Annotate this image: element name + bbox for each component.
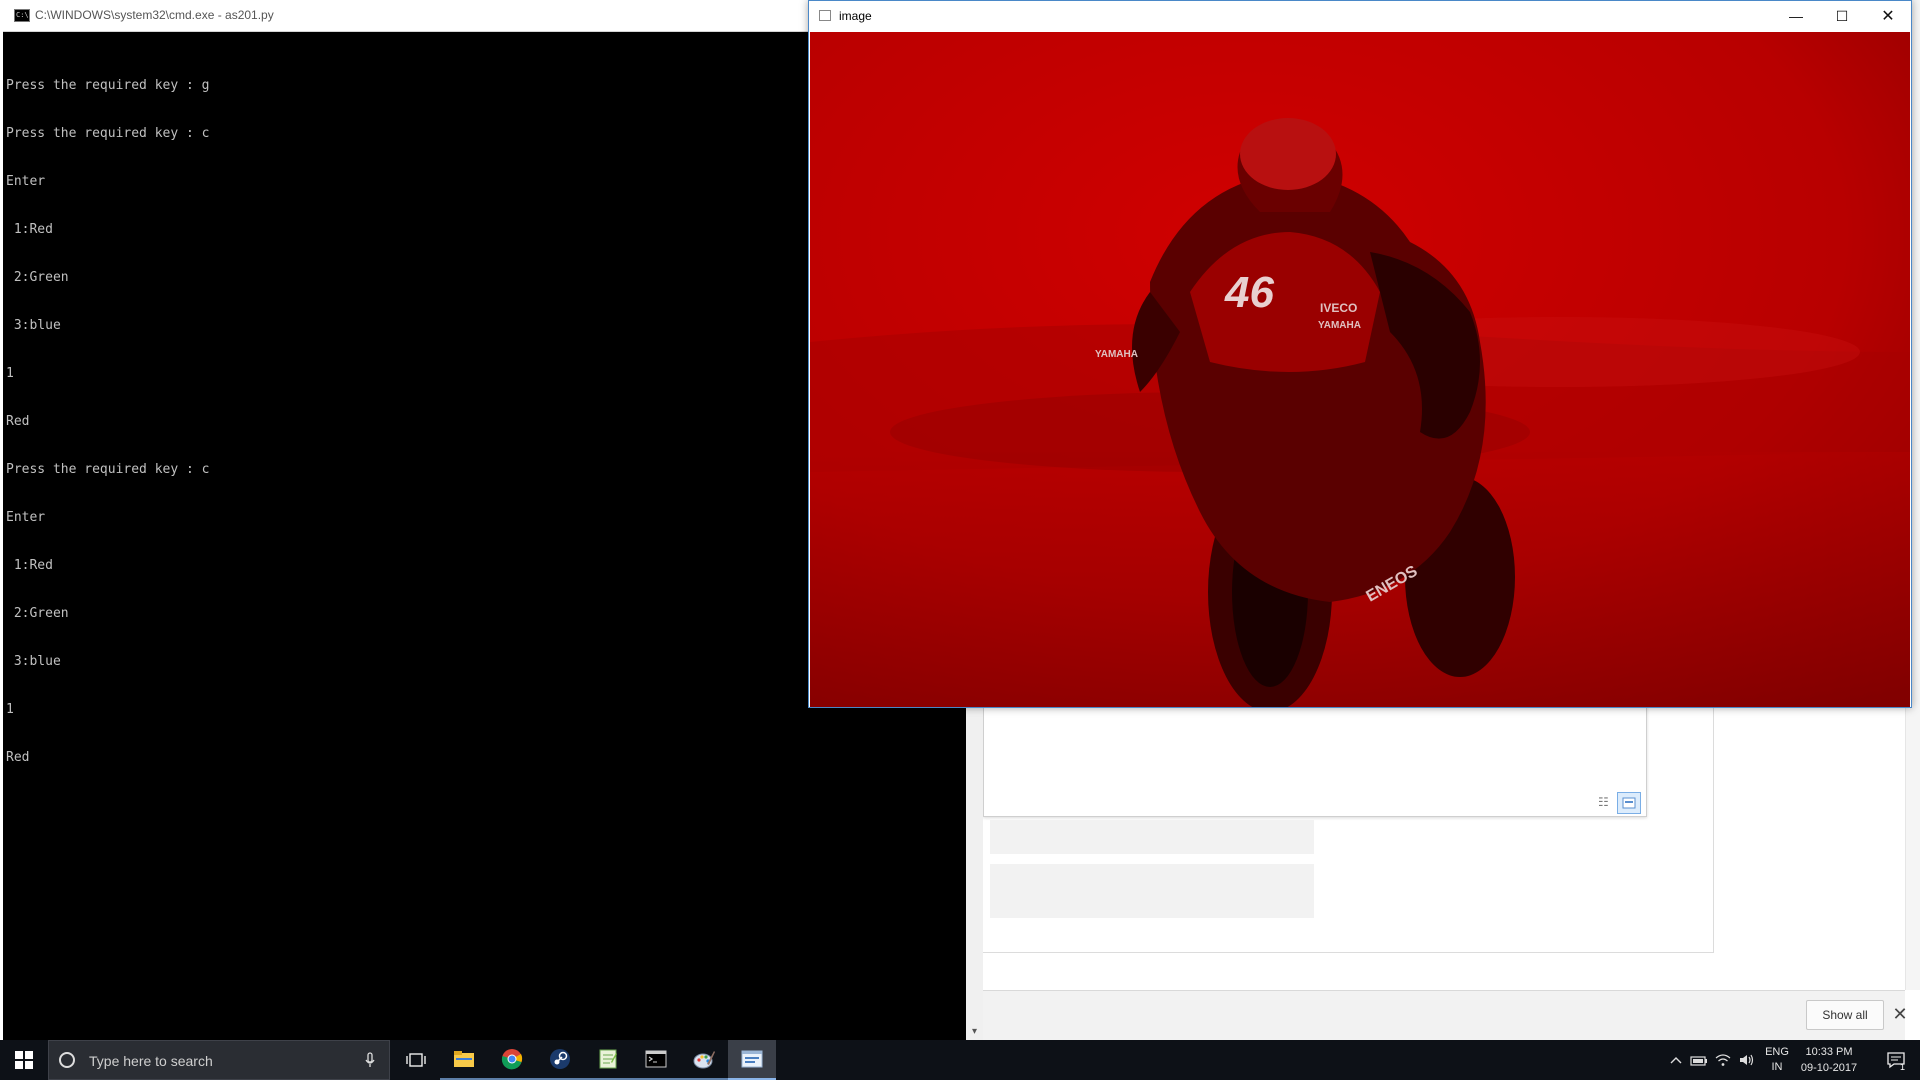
image-window-title: image [839, 9, 872, 23]
cmd-line: Red [6, 750, 30, 765]
cmd-icon: C:\ [14, 9, 30, 22]
chrome-icon [501, 1049, 523, 1070]
background-panel [983, 700, 1647, 817]
bike-number: 46 [1224, 268, 1274, 317]
volume-icon[interactable] [1736, 1040, 1758, 1080]
details-view-icon[interactable] [1617, 792, 1641, 814]
paint-icon [693, 1051, 715, 1069]
taskbar-notepad-plus[interactable] [584, 1040, 632, 1080]
windows-logo-icon [15, 1051, 33, 1069]
search-placeholder: Type here to search [89, 1053, 213, 1069]
clock[interactable]: 10:33 PM 09-10-2017 [1792, 1040, 1866, 1080]
placeholder-bar [990, 820, 1314, 854]
taskbar-image-viewer[interactable] [728, 1040, 776, 1080]
close-button[interactable]: ✕ [1865, 1, 1911, 32]
sponsor-text: IVECO [1320, 301, 1357, 315]
steam-icon [550, 1049, 570, 1069]
cmd-title: C:\WINDOWS\system32\cmd.exe - as201.py [35, 8, 274, 22]
cmd-border [0, 31, 3, 1040]
notepad-plus-icon [599, 1049, 617, 1069]
language-top: ENG [1765, 1046, 1789, 1058]
image-display: 46 IVECO YAMAHA YAMAHA ENEOS [810, 32, 1910, 707]
taskbar-chrome[interactable] [488, 1040, 536, 1080]
downloads-bar [983, 990, 1905, 1041]
taskbar-cmd[interactable] [632, 1040, 680, 1080]
image-titlebar[interactable]: image — ☐ ✕ [809, 1, 1911, 32]
placeholder-bar [990, 864, 1314, 918]
battery-icon[interactable] [1688, 1040, 1710, 1080]
show-hidden-icons-chevron-icon[interactable] [1666, 1040, 1686, 1080]
taskbar-file-explorer[interactable] [440, 1040, 488, 1080]
clock-time: 10:33 PM [1805, 1046, 1853, 1058]
list-view-icon[interactable]: ☷ [1598, 796, 1612, 808]
start-button[interactable] [0, 1040, 48, 1080]
sponsor-text: YAMAHA [1318, 320, 1361, 331]
task-view-button[interactable] [392, 1040, 440, 1080]
taskbar-paint[interactable] [680, 1040, 728, 1080]
scroll-down-arrow-icon[interactable]: ▾ [966, 1023, 983, 1040]
language-bottom: IN [1771, 1061, 1783, 1073]
action-center-button[interactable]: 1 [1878, 1040, 1914, 1080]
taskbar: Type here to search ENG IN 10:33 PM 09-1… [0, 1040, 1920, 1080]
image-viewer-icon [741, 1050, 763, 1068]
maximize-button[interactable]: ☐ [1819, 1, 1865, 32]
file-explorer-icon [454, 1051, 474, 1067]
cmd-icon [645, 1050, 667, 1068]
minimize-button[interactable]: — [1773, 1, 1819, 32]
task-view-icon [406, 1053, 426, 1067]
taskbar-steam[interactable] [536, 1040, 584, 1080]
downloads-close-icon[interactable]: ✕ [1890, 1002, 1910, 1026]
window-icon [819, 10, 831, 21]
cortana-icon [59, 1052, 75, 1068]
system-tray: ENG IN 10:33 PM 09-10-2017 1 [1666, 1040, 1920, 1080]
wifi-icon[interactable] [1712, 1040, 1734, 1080]
microphone-icon[interactable] [365, 1052, 375, 1068]
clock-date: 09-10-2017 [1800, 1062, 1858, 1074]
image-window: image — ☐ ✕ 46 IVECO YAMAHA YAMAHA ENEOS [808, 0, 1912, 708]
show-all-button[interactable]: Show all [1806, 1000, 1884, 1030]
sponsor-text: YAMAHA [1095, 349, 1138, 360]
notification-count: 1 [1900, 1062, 1906, 1072]
taskbar-search-box[interactable]: Type here to search [48, 1040, 390, 1080]
language-indicator[interactable]: ENG IN [1762, 1040, 1792, 1080]
